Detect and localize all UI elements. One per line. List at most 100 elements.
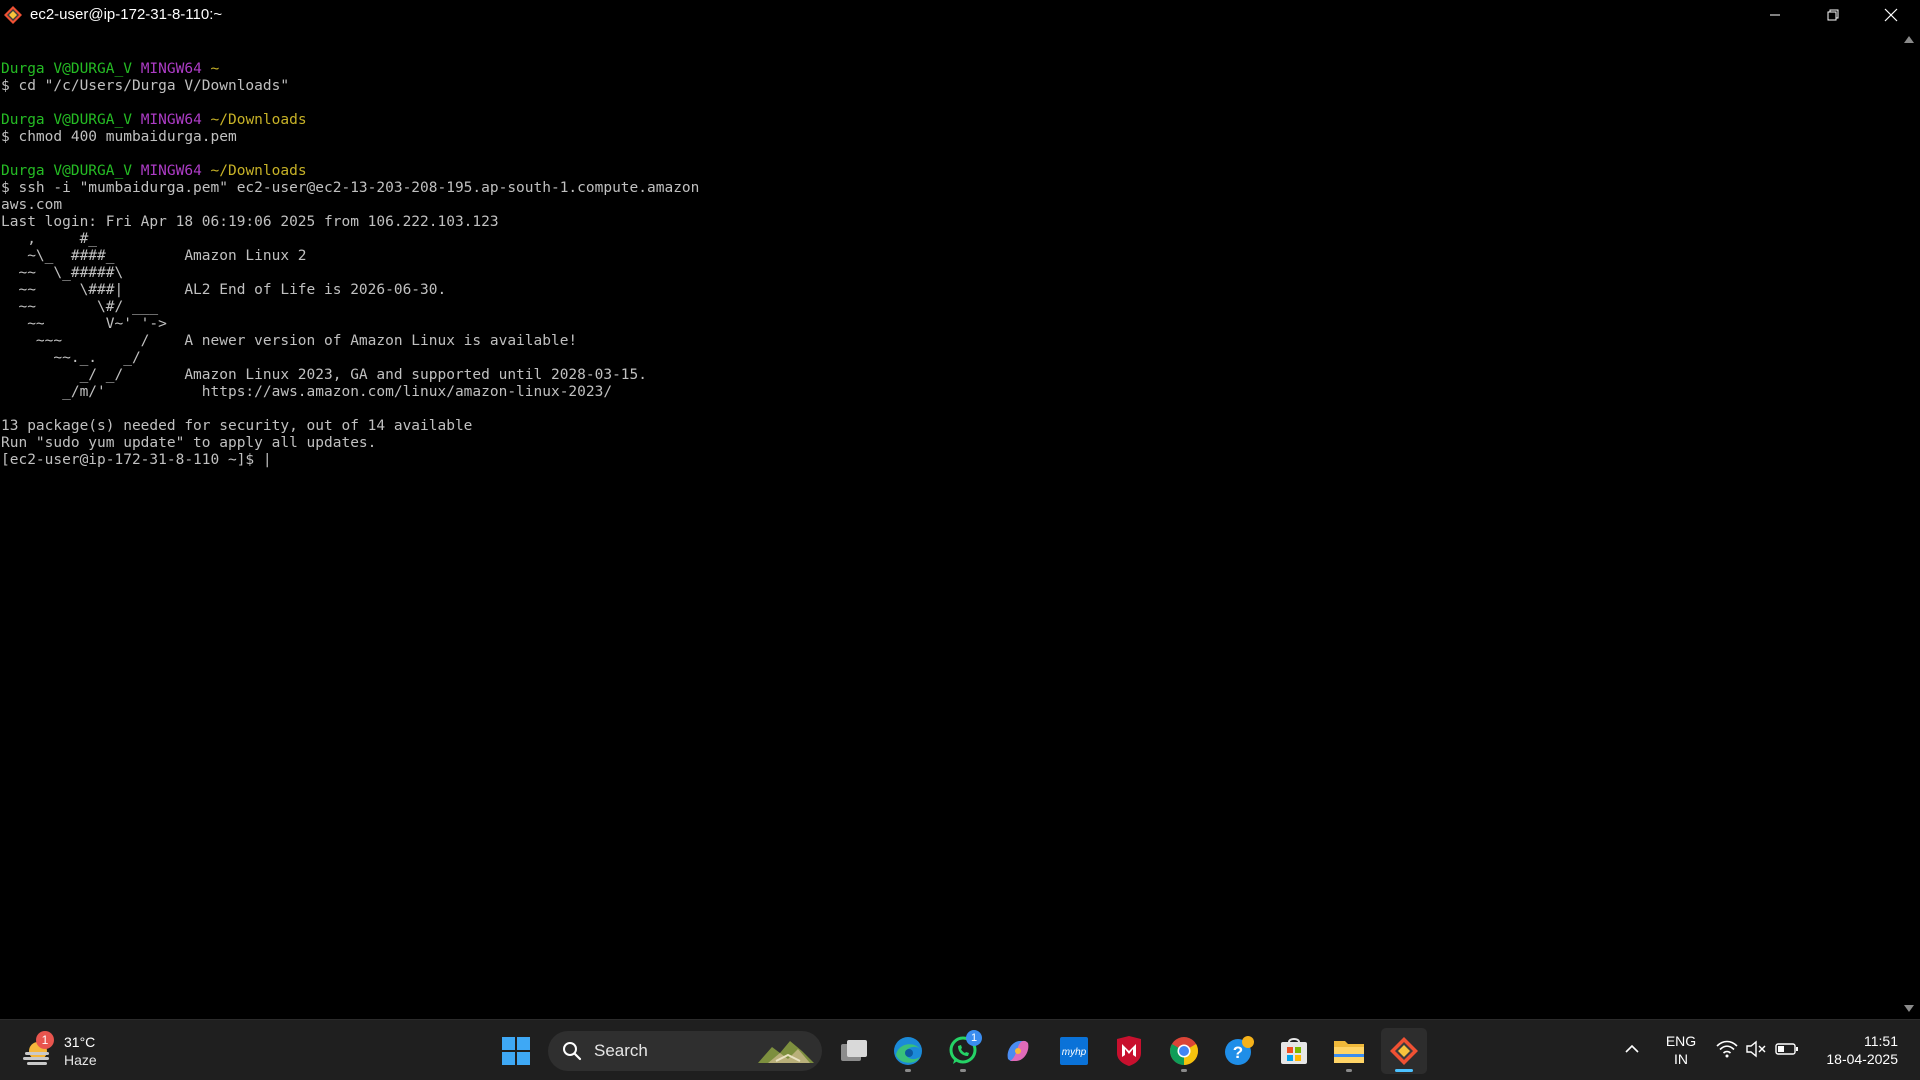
terminal-line: $ cd "/c/Users/Durga V/Downloads" [1, 78, 699, 95]
scroll-up-arrow-icon[interactable] [1904, 36, 1914, 43]
terminal-line: aws.com [1, 197, 699, 214]
taskbar-edge[interactable] [885, 1028, 931, 1074]
system-clock[interactable]: 11:51 18-04-2025 [1808, 1032, 1898, 1068]
windows-logo-icon [502, 1037, 530, 1065]
terminal-segment: ~/Downloads [210, 163, 307, 179]
terminal-segment: MINGW64 [140, 112, 211, 128]
terminal-area[interactable]: Durga V@DURGA_V MINGW64 ~ $ cd "/c/Users/… [0, 29, 1898, 1019]
terminal-segment: ~~~ / A newer version of Amazon Linux is… [1, 333, 578, 349]
search-icon [563, 1042, 582, 1061]
terminal-segment: Durga V@DURGA_V [1, 112, 141, 128]
terminal-segment: | [262, 452, 272, 468]
terminal-line: ~~._. _/ [1, 350, 699, 367]
terminal-line: Last login: Fri Apr 18 06:19:06 2025 fro… [1, 214, 699, 231]
running-indicator [1346, 1069, 1352, 1072]
whatsapp-badge: 1 [966, 1030, 982, 1046]
taskbar-chrome[interactable] [1161, 1028, 1207, 1074]
terminal-line: ~\_ ####_ Amazon Linux 2 [1, 248, 699, 265]
terminal-line: ~~~ / A newer version of Amazon Linux is… [1, 333, 699, 350]
running-indicator [905, 1069, 911, 1072]
close-button[interactable] [1862, 0, 1920, 29]
taskbar-whatsapp[interactable]: 1 [940, 1028, 986, 1074]
window-controls [1746, 0, 1920, 29]
task-view-icon [841, 1040, 867, 1061]
scroll-down-arrow-icon[interactable] [1904, 1005, 1914, 1012]
region-code: IN [1674, 1051, 1688, 1067]
terminal-line: Durga V@DURGA_V MINGW64 ~ [1, 61, 699, 78]
terminal-segment: Durga V@DURGA_V [1, 61, 141, 77]
window-title: ec2-user@ip-172-31-8-110:~ [30, 6, 223, 23]
terminal-segment: _/m/' https://aws.amazon.com/linux/amazo… [1, 384, 613, 400]
terminal-line: , #_ [1, 231, 699, 248]
weather-badge: 1 [36, 1031, 54, 1049]
search-placeholder: Search [594, 1041, 648, 1060]
minimize-button[interactable] [1746, 0, 1804, 29]
git-bash-icon [4, 5, 22, 24]
start-button[interactable] [493, 1028, 539, 1074]
svg-text:?: ? [1233, 1043, 1243, 1062]
show-hidden-icons-chevron-up-icon[interactable] [1623, 1040, 1641, 1058]
terminal-line: ~~ \###| AL2 End of Life is 2026-06-30. [1, 282, 699, 299]
weather-widget[interactable]: 1 31°C Haze [20, 1028, 97, 1074]
terminal-output: Durga V@DURGA_V MINGW64 ~ $ cd "/c/Users/… [1, 44, 699, 469]
taskbar-myhp[interactable]: myhp [1051, 1028, 1097, 1074]
taskbar-mcafee[interactable] [1106, 1028, 1152, 1074]
battery-icon[interactable] [1775, 1040, 1799, 1058]
close-icon [1884, 8, 1898, 21]
task-view-button[interactable] [831, 1028, 877, 1074]
terminal-line: Durga V@DURGA_V MINGW64 ~/Downloads [1, 112, 699, 129]
terminal-line: ~~ \#/ ___ [1, 299, 699, 316]
terminal-segment: ~ [210, 61, 220, 77]
language-code: ENG [1665, 1033, 1697, 1049]
weather-temperature: 31°C [64, 1034, 96, 1050]
terminal-line: ~~ \_#####\ [1, 265, 699, 282]
copilot-icon [1007, 1040, 1029, 1062]
restore-button[interactable] [1804, 0, 1862, 29]
taskbar-search-box[interactable]: Search [548, 1031, 822, 1071]
taskbar-file-explorer[interactable] [1326, 1028, 1372, 1074]
weather-condition: Haze [64, 1052, 97, 1068]
terminal-segment: 13 package(s) needed for security, out o… [1, 418, 473, 434]
terminal-segment: ~~ \#/ ___ [1, 299, 159, 315]
terminal-segment: MINGW64 [140, 61, 211, 77]
terminal-segment: ~~ V~' '-> [1, 316, 167, 332]
restore-icon [1827, 9, 1839, 20]
clock-date: 18-04-2025 [1826, 1051, 1898, 1067]
myhp-icon: myhp [1060, 1037, 1088, 1065]
haze-weather-icon: 1 [20, 1031, 56, 1069]
weather-text: 31°C Haze [64, 1033, 97, 1069]
taskbar-microsoft-store[interactable] [1271, 1028, 1317, 1074]
terminal-segment: MINGW64 [140, 163, 211, 179]
taskbar-git-bash[interactable] [1381, 1028, 1427, 1074]
taskbar-get-help[interactable]: ? [1216, 1028, 1262, 1074]
terminal-segment: aws.com [1, 197, 63, 213]
running-indicator [960, 1069, 966, 1072]
terminal-segment: _/ _/ Amazon Linux 2023, GA and supporte… [1, 367, 648, 383]
terminal-segment: $ ssh -i "mumbaidurga.pem" ec2-user@ec2-… [1, 180, 700, 196]
terminal-segment: ~\_ ####_ Amazon Linux 2 [1, 248, 307, 264]
svg-text:myhp: myhp [1062, 1047, 1087, 1058]
folder-icon [1334, 1041, 1364, 1063]
terminal-segment: Run "sudo yum update" to apply all updat… [1, 435, 377, 451]
running-indicator [1181, 1069, 1187, 1072]
title-bar: ec2-user@ip-172-31-8-110:~ [0, 0, 1920, 29]
terminal-segment: [ec2-user@ip-172-31-8-110 ~]$ [1, 452, 263, 468]
volume-muted-icon[interactable] [1746, 1040, 1768, 1058]
taskbar-copilot[interactable] [995, 1028, 1041, 1074]
terminal-segment: ~~ \_#####\ [1, 265, 124, 281]
terminal-segment: , #_ [1, 231, 98, 247]
terminal-line: _/m/' https://aws.amazon.com/linux/amazo… [1, 384, 699, 401]
wifi-icon[interactable] [1716, 1040, 1738, 1058]
input-language-indicator[interactable]: ENG IN [1662, 1032, 1700, 1068]
terminal-segment: $ chmod 400 mumbaidurga.pem [1, 129, 237, 145]
terminal-scrollbar[interactable] [1898, 29, 1920, 1019]
help-icon: ? [1225, 1036, 1254, 1065]
terminal-line: Durga V@DURGA_V MINGW64 ~/Downloads [1, 163, 699, 180]
terminal-line: $ ssh -i "mumbaidurga.pem" ec2-user@ec2-… [1, 180, 699, 197]
terminal-line: ~~ V~' '-> [1, 316, 699, 333]
terminal-segment: Last login: Fri Apr 18 06:19:06 2025 fro… [1, 214, 499, 230]
